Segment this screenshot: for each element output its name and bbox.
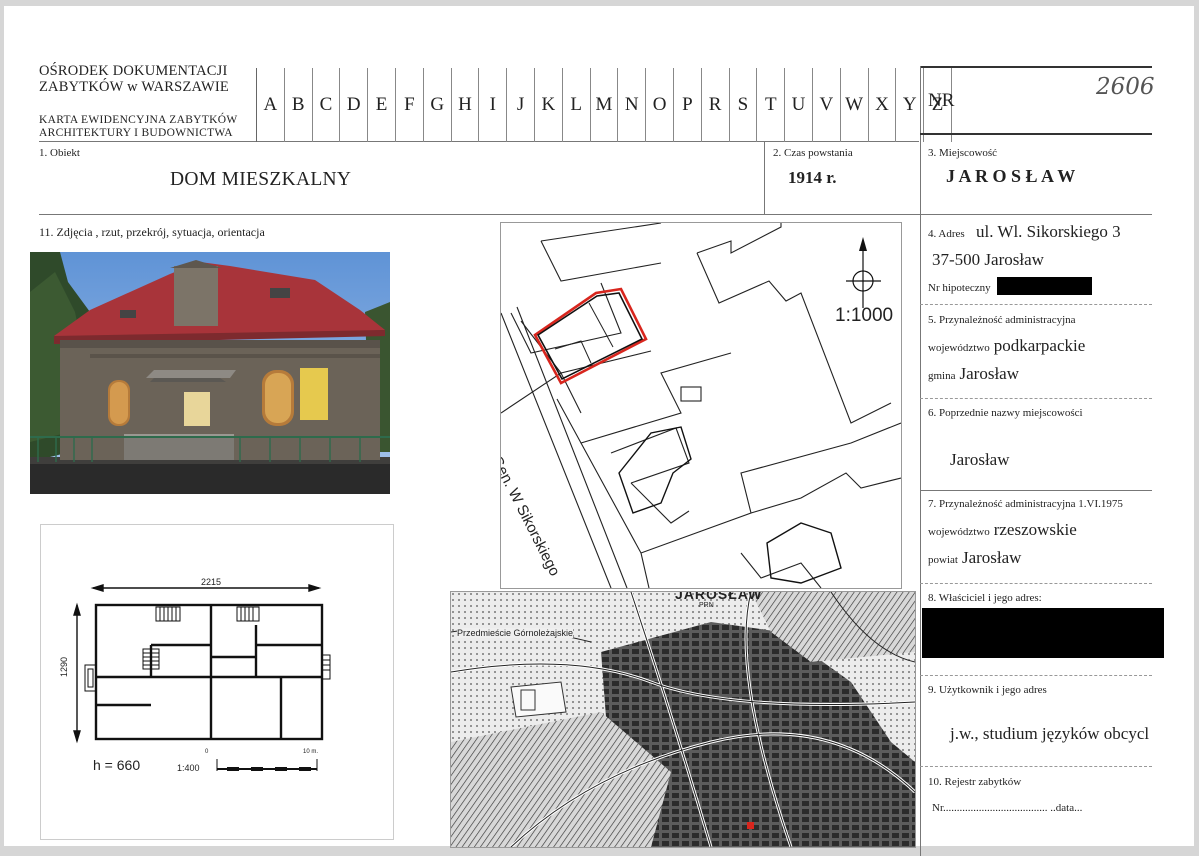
rejestr-label: 10. Rejestr zabytków (928, 776, 1022, 788)
situation-map: 1:1000 Gen. W Sikorskiego (500, 222, 902, 589)
district-label: Przedmieście Górnoleżajskie (457, 628, 574, 638)
obiekt-value: DOM MIESZKALNY (170, 169, 352, 190)
letter-index-b: B (285, 68, 313, 142)
nr-label: NR (928, 90, 955, 111)
letter-index-j: J (507, 68, 535, 142)
row1-divider (764, 141, 765, 214)
letter-index-m: M (591, 68, 619, 142)
nr-box-top (920, 66, 1152, 69)
letter-index-v: V (813, 68, 841, 142)
przynaleznosc1975-woj-label: województwo (928, 526, 990, 538)
przynaleznosc-woj: województwo podkarpackie (928, 336, 1085, 356)
hipoteczny-redaction (997, 277, 1092, 295)
situation-scale: 1:1000 (835, 305, 894, 326)
letter-index-s: S (730, 68, 758, 142)
przynaleznosc1975-powiat-value: Jarosław (961, 548, 1022, 567)
poprzednie-label: 6. Poprzednie nazwy miejscowości (928, 407, 1083, 419)
city-map-title: JAROSŁAW (675, 591, 763, 602)
right-column-divider (920, 66, 921, 856)
letter-index-r: R (702, 68, 730, 142)
przynaleznosc1975-label: 7. Przynależność administracyjna 1.VI.19… (928, 498, 1123, 510)
letter-index-e: E (368, 68, 396, 142)
field-separator (920, 583, 1152, 584)
nr-value: 2606 (1096, 74, 1155, 100)
card-title: KARTA EWIDENCYJNA ZABYTKÓW ARCHITEKTURY … (39, 114, 237, 140)
przynaleznosc-woj-label: województwo (928, 342, 990, 354)
miejscowosc-label: 3. Miejscowość (928, 147, 998, 159)
miejscowosc-value: J A R O S Ł A W (946, 166, 1076, 186)
adres-label: 4. Adres (928, 228, 965, 240)
plan-width-label: 2215 (201, 577, 222, 587)
field-separator (920, 766, 1152, 767)
przynaleznosc1975-woj: województwo rzeszowskie (928, 520, 1077, 540)
letter-index-t: T (757, 68, 786, 142)
letter-index-a: A (257, 68, 285, 142)
letter-index-h: H (452, 68, 480, 142)
letter-index-k: K (535, 68, 563, 142)
field-separator (920, 398, 1152, 399)
uzytkownik-label: 9. Użytkownik i jego adres (928, 684, 1047, 696)
institution-line1: OŚRODEK DOKUMENTACJI (39, 63, 228, 79)
institution-line2: ZABYTKÓW w WARSZAWIE (39, 79, 229, 95)
row1-bottom-line (39, 214, 1152, 215)
letter-index-f: F (396, 68, 424, 142)
rejestr-nr-data: Nr......................................… (932, 802, 1083, 814)
letter-index-x: X (869, 68, 897, 142)
letter-index-o: O (646, 68, 674, 142)
city-map: JAROSŁAW PRN Przedmieście Górnoleżajskie (450, 591, 916, 848)
plan-scale-ten: 10 m. (303, 749, 319, 755)
card-title-line1: KARTA EWIDENCYJNA ZABYTKÓW (39, 114, 238, 126)
przynaleznosc1975-woj-value: rzeszowskie (993, 520, 1077, 539)
field-separator (920, 304, 1152, 305)
adres-line2: 37-500 Jarosław (932, 250, 1044, 269)
plan-scale-label: 1:400 (177, 763, 200, 773)
letter-index-g: G (424, 68, 452, 142)
building-photo (30, 252, 390, 494)
plan-depth-label: 1290 (59, 656, 69, 677)
przynaleznosc-gmina-label: gmina (928, 370, 956, 382)
przynaleznosc1975-powiat-label: powiat (928, 554, 958, 566)
letter-index-w: W (841, 68, 869, 142)
przynaleznosc-gmina-value: Jarosław (959, 364, 1019, 383)
letter-index-u: U (785, 68, 813, 142)
uzytkownik-value: j.w., studium języków obcycl (950, 724, 1150, 743)
adres-line1: ul. Wl. Sikorskiego 3 (976, 222, 1121, 241)
przynaleznosc1975-powiat: powiat Jarosław (928, 548, 1021, 568)
obiekt-label: 1. Obiekt (39, 147, 80, 159)
wlasciciel-redaction (922, 608, 1164, 658)
hipoteczny-label: Nr hipoteczny (928, 282, 991, 294)
letter-index-c: C (313, 68, 341, 142)
przynaleznosc-gmina: gmina Jarosław (928, 364, 1019, 384)
letter-index-d: D (340, 68, 369, 142)
przynaleznosc-woj-value: podkarpackie (993, 336, 1086, 355)
field-separator (920, 675, 1152, 676)
plan-height-label: h = 660 (93, 757, 141, 773)
zdjecia-label: 11. Zdjęcia , rzut, przekrój, sytuacja, … (39, 225, 265, 239)
card-title-line2: ARCHITEKTURY I BUDOWNICTWA (39, 127, 233, 139)
letter-index-row: ABCDEFGHIJKLMNOPRSTUVWXYZ (256, 68, 952, 142)
record-card: OŚRODEK DOKUMENTACJI ZABYTKÓW w WARSZAWI… (4, 6, 1194, 856)
nr-box-bottom (920, 133, 1152, 135)
czas-value: 1914 r. (788, 168, 837, 187)
letter-index-i: I (479, 68, 508, 142)
czas-label: 2. Czas powstania (773, 147, 853, 159)
institution-name: OŚRODEK DOKUMENTACJI ZABYTKÓW w WARSZAWI… (39, 63, 229, 95)
poprzednie-value: Jarosław (950, 450, 1010, 469)
wlasciciel-label: 8. Właściciel i jego adres: (928, 592, 1042, 604)
letter-index-p: P (674, 68, 702, 142)
letter-index-n: N (618, 68, 647, 142)
floor-plan-panel: 2215 1290 h = 660 1:400 0 10 m. (40, 524, 394, 840)
przynaleznosc-label: 5. Przynależność administracyjna (928, 314, 1076, 326)
city-map-sub: PRN (699, 602, 714, 609)
plan-scale-zero: 0 (205, 749, 209, 755)
letter-index-l: L (563, 68, 591, 142)
field-separator (920, 490, 1152, 491)
